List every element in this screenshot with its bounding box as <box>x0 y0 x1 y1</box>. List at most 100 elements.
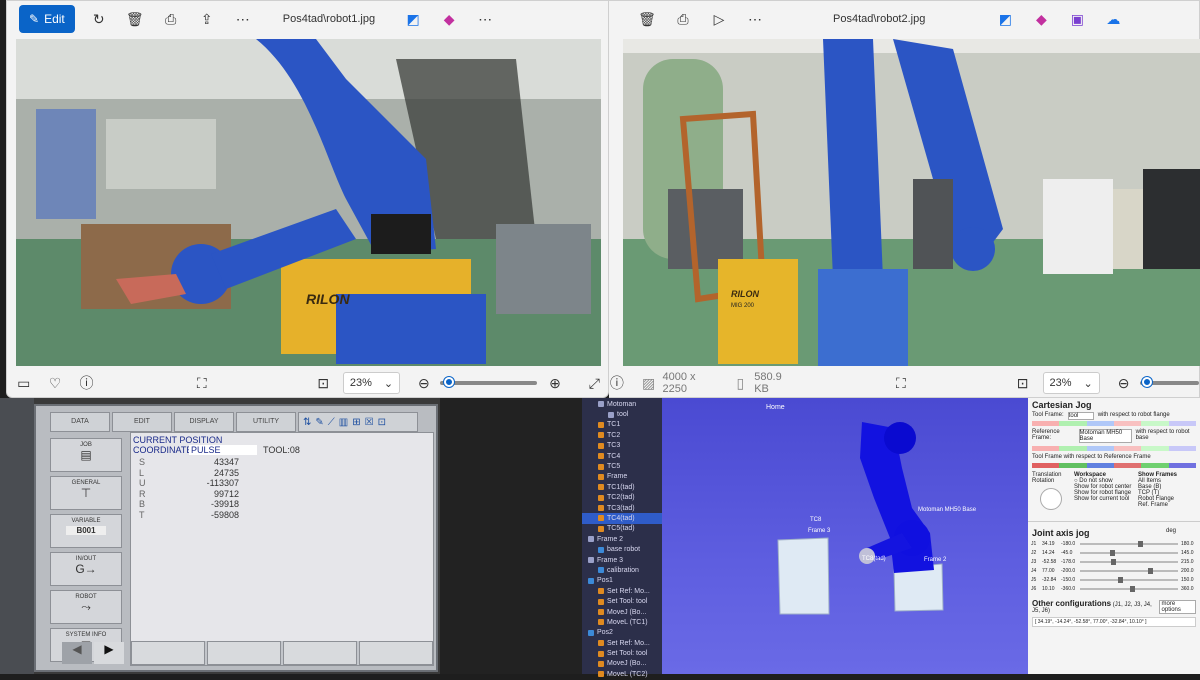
zoom-dropdown[interactable]: 23% ⌄ <box>342 372 401 394</box>
tree-item[interactable]: MoveL (TC2) <box>582 669 662 679</box>
zoom-slider-knob[interactable] <box>444 377 455 387</box>
tree-item[interactable]: TC5(tad) <box>582 524 662 534</box>
function-key[interactable] <box>283 641 357 665</box>
fit-screen-icon[interactable]: ⛶ <box>887 369 915 397</box>
tree-item[interactable]: MoveL (TC1) <box>582 617 662 627</box>
tree-item[interactable]: Motoman <box>582 399 662 409</box>
pendant-io-button[interactable]: IN/OUT G→ <box>50 552 122 586</box>
3d-viewport[interactable]: Home TC8 Frame 3 Motoman MH50 Base TC8(t… <box>662 398 1028 674</box>
fit-screen-icon[interactable]: ⛶ <box>188 369 215 397</box>
favorite-icon[interactable]: ♡ <box>41 369 68 397</box>
tree-item[interactable]: Frame <box>582 472 662 482</box>
function-key[interactable] <box>207 641 281 665</box>
tree-item[interactable]: MoveJ (Bo... <box>582 659 662 669</box>
actual-size-icon[interactable]: ⊡ <box>310 369 337 397</box>
pendant-general-button[interactable]: GENERAL ⊤ <box>50 476 122 510</box>
arrow-left-icon[interactable]: ◀ <box>62 642 92 664</box>
tree-item[interactable]: Pos2 <box>582 628 662 638</box>
more-icon[interactable]: ⋯ <box>471 5 499 33</box>
tree-item[interactable]: TC2(tad) <box>582 493 662 503</box>
tree-item[interactable]: Set Tool: tool <box>582 648 662 658</box>
pendant-tab[interactable]: EDIT <box>112 412 172 432</box>
arrow-right-icon[interactable]: ▶ <box>94 642 124 664</box>
tree-item[interactable]: MoveJ (Bo... <box>582 607 662 617</box>
delete-icon[interactable]: 🗑 <box>633 5 661 33</box>
joint-slider[interactable] <box>1080 549 1178 556</box>
zoom-slider[interactable] <box>1139 377 1199 387</box>
slideshow-icon[interactable]: ▷ <box>705 5 733 33</box>
joint-slider-knob[interactable] <box>1118 576 1124 583</box>
tree-item[interactable]: Set Ref: Mo... <box>582 638 662 648</box>
edit-mode-icon: ✎ <box>315 416 324 428</box>
actual-size-icon[interactable]: ⊡ <box>1009 369 1037 397</box>
zoom-out-icon[interactable]: ⊖ <box>410 369 437 397</box>
delete-icon[interactable]: 🗑 <box>121 5 149 33</box>
joint-slider-knob[interactable] <box>1129 585 1135 592</box>
tree-item[interactable]: TC4 <box>582 451 662 461</box>
ref-frame-select[interactable]: Motoman MH50 Base <box>1078 429 1132 443</box>
tool-frame-select[interactable]: tool <box>1067 412 1094 420</box>
tree-item[interactable]: TC1(tad) <box>582 482 662 492</box>
tree-item[interactable]: Frame 3 <box>582 555 662 565</box>
info-icon[interactable]: ⓘ <box>603 369 631 397</box>
tree-item[interactable]: TC3 <box>582 441 662 451</box>
zoom-slider[interactable] <box>439 377 538 387</box>
zoom-in-icon[interactable]: ⊕ <box>541 369 568 397</box>
pendant-job-button[interactable]: JOB ▤ <box>50 438 122 472</box>
joint-slider[interactable] <box>1080 567 1178 574</box>
joint-slider-knob[interactable] <box>1110 549 1116 556</box>
edit-button[interactable]: ✎ Edit <box>19 5 75 33</box>
joint-slider[interactable] <box>1080 585 1178 592</box>
copilot-icon[interactable]: ◆ <box>435 5 463 33</box>
tree-item[interactable]: Set Tool: tool <box>582 596 662 606</box>
zoom-out-icon[interactable]: ⊖ <box>1110 369 1138 397</box>
share-icon[interactable]: ⇪ <box>193 5 221 33</box>
copilot-icon[interactable]: ◆ <box>1027 5 1055 33</box>
designer-icon[interactable]: ◩ <box>399 5 427 33</box>
joint-slider-knob[interactable] <box>1147 567 1153 574</box>
pendant-tab[interactable]: UTILITY <box>236 412 296 432</box>
joint-slider-knob[interactable] <box>1111 558 1117 565</box>
info-icon[interactable]: ⓘ <box>73 369 100 397</box>
tree-item[interactable]: TC4(tad) <box>582 513 662 524</box>
rotate-icon[interactable]: ↻ <box>85 5 113 33</box>
function-key[interactable] <box>359 641 433 665</box>
tree-item[interactable]: Set Ref: Mo... <box>582 586 662 596</box>
tree-item[interactable]: calibration <box>582 565 662 575</box>
tree-item[interactable]: tool <box>582 409 662 419</box>
filmstrip-icon[interactable]: ▭ <box>10 369 37 397</box>
jog-dial[interactable] <box>1040 488 1062 510</box>
workspace-option[interactable]: Show for current tool <box>1074 496 1132 502</box>
joint-slider[interactable] <box>1080 558 1178 565</box>
print-icon[interactable]: ⎙ <box>157 5 185 33</box>
other-config-row[interactable]: [ 34.19°, -14.24°, -52.58°, 77.00°, -32.… <box>1032 617 1196 627</box>
tree-item[interactable]: Pos1 <box>582 576 662 586</box>
pendant-tab[interactable]: DISPLAY <box>174 412 234 432</box>
joint-slider[interactable] <box>1080 540 1178 547</box>
function-key[interactable] <box>131 641 205 665</box>
tree-item[interactable]: TC3(tad) <box>582 503 662 513</box>
tree-item[interactable]: Frame 2 <box>582 534 662 544</box>
chevron-down-icon: ⌄ <box>383 377 394 390</box>
tree-item[interactable]: base robot <box>582 544 662 554</box>
tree-item[interactable]: TC2 <box>582 430 662 440</box>
more-options-button[interactable]: more options <box>1158 599 1196 614</box>
zoom-slider-knob[interactable] <box>1142 377 1153 387</box>
pendant-robot-button[interactable]: ROBOT ⤳ <box>50 590 122 624</box>
onedrive-icon[interactable]: ☁ <box>1099 5 1127 33</box>
joint-slider[interactable] <box>1080 576 1178 583</box>
more-icon[interactable]: ⋯ <box>741 5 769 33</box>
clipchamp-icon[interactable]: ▣ <box>1063 5 1091 33</box>
show-frame-checkbox[interactable]: Ref. Frame <box>1138 502 1196 508</box>
print-icon[interactable]: ⎙ <box>669 5 697 33</box>
designer-icon[interactable]: ◩ <box>991 5 1019 33</box>
pendant-body: DATA EDIT DISPLAY UTILITY ⇅ ✎ ⟋ ▥ ⊞ ☒ ⊡ … <box>34 404 438 672</box>
tree-item[interactable]: TC1 <box>582 420 662 430</box>
cartesian-jog-title: Cartesian Jog <box>1032 400 1092 410</box>
pendant-tab[interactable]: DATA <box>50 412 110 432</box>
zoom-dropdown[interactable]: 23% ⌄ <box>1042 372 1100 394</box>
more-icon[interactable]: ⋯ <box>229 5 257 33</box>
joint-slider-knob[interactable] <box>1137 540 1143 547</box>
pendant-variable-button[interactable]: VARIABLE B001 <box>50 514 122 548</box>
tree-item[interactable]: TC5 <box>582 461 662 471</box>
